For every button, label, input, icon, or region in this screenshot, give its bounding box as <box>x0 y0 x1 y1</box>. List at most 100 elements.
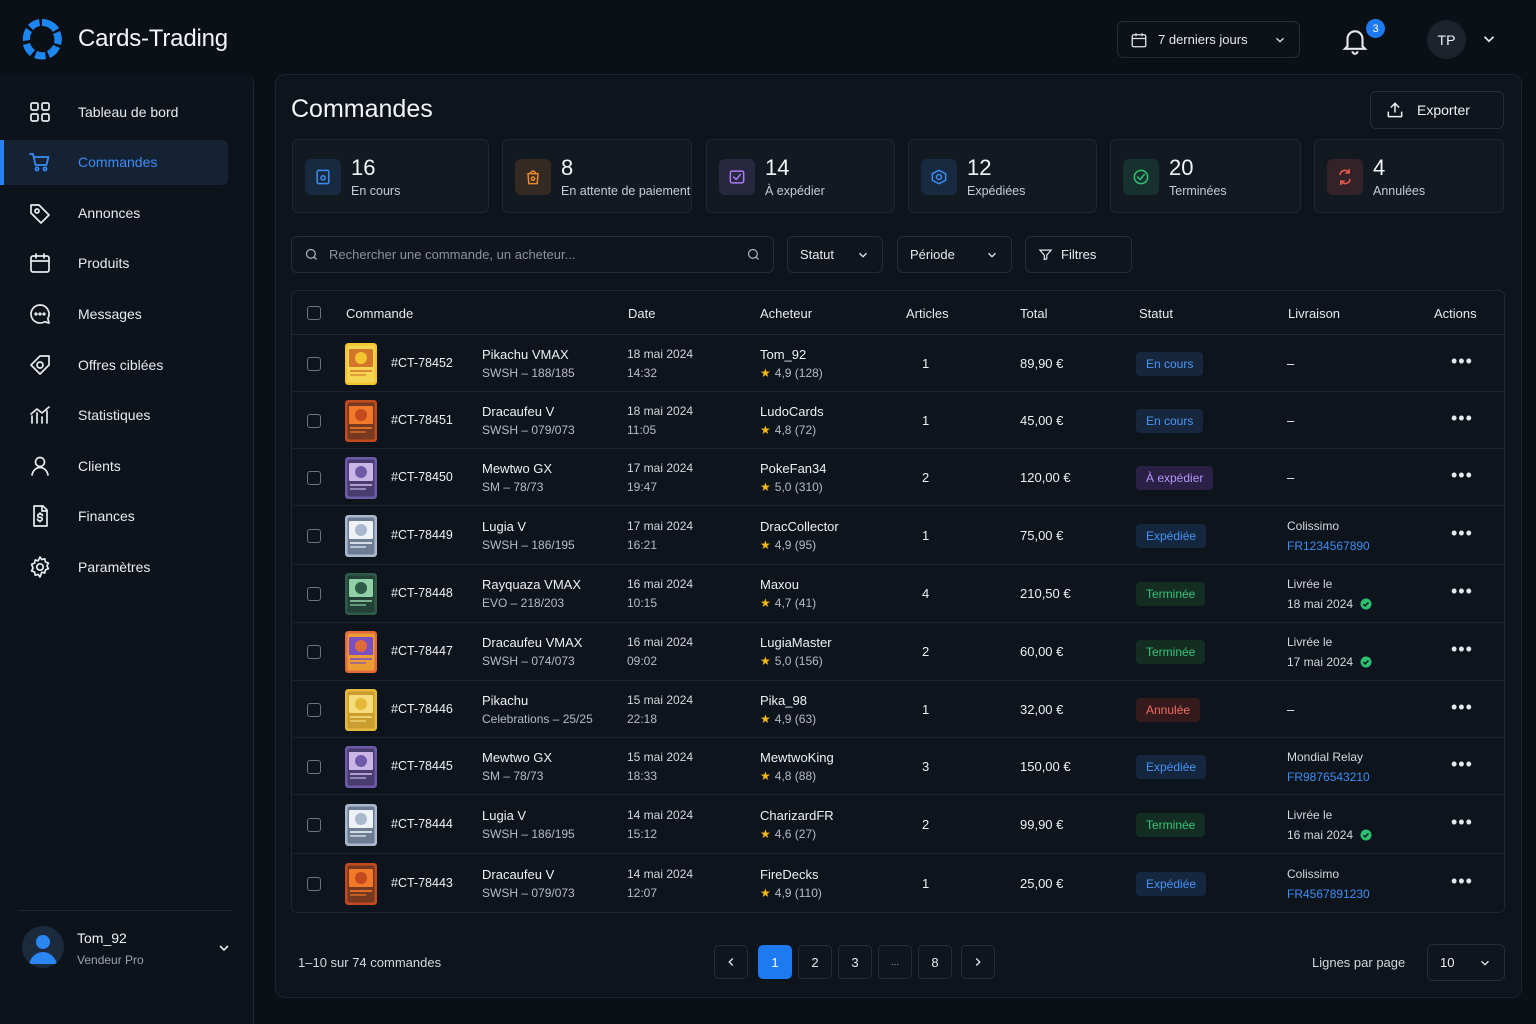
table-row[interactable]: #CT-78448 Rayquaza VMAX EVO – 218/203 16 ma… <box>292 565 1504 623</box>
order-id[interactable]: #CT-78451 <box>391 413 453 427</box>
sidebar-item-finances[interactable]: Finances <box>0 494 228 539</box>
row-checkbox[interactable] <box>307 528 321 543</box>
stat-card-expediees[interactable]: 12 Expédiées <box>908 139 1097 213</box>
sidebar-item-paramètres[interactable]: Paramètres <box>0 544 228 589</box>
page-button[interactable]: 2 <box>798 945 832 979</box>
row-actions-menu-icon[interactable]: ••• <box>1451 812 1473 833</box>
order-id[interactable]: #CT-78445 <box>391 759 453 773</box>
order-id[interactable]: #CT-78448 <box>391 586 453 600</box>
status-filter-select[interactable]: Statut <box>787 236 883 273</box>
period-select[interactable]: 7 derniers jours <box>1117 21 1300 58</box>
user-role: Vendeur Pro <box>77 953 144 967</box>
column-header-date[interactable]: Date <box>628 306 655 321</box>
avatar[interactable] <box>22 926 64 968</box>
row-actions-menu-icon[interactable]: ••• <box>1451 523 1473 544</box>
row-checkbox[interactable] <box>307 413 321 428</box>
table-row[interactable]: #CT-78447 Dracaufeu VMAX SWSH – 074/073 16 … <box>292 623 1504 681</box>
sidebar-item-annonces[interactable]: Annonces <box>0 190 228 235</box>
sidebar-item-commandes[interactable]: Commandes <box>0 139 228 185</box>
sidebar-item-statistiques[interactable]: Statistiques <box>0 393 228 438</box>
row-actions-menu-icon[interactable]: ••• <box>1451 639 1473 660</box>
search-box[interactable] <box>291 236 774 273</box>
tracking-link[interactable]: FR9876543210 <box>1287 770 1370 784</box>
row-actions-menu-icon[interactable]: ••• <box>1451 351 1473 372</box>
search-submit-icon[interactable] <box>746 247 761 262</box>
filters-button[interactable]: Filtres <box>1025 236 1132 273</box>
order-id[interactable]: #CT-78452 <box>391 356 453 370</box>
table-row[interactable]: #CT-78451 Dracaufeu V SWSH – 079/073 18 mai… <box>292 392 1504 449</box>
row-checkbox[interactable] <box>307 645 321 659</box>
table-row[interactable]: #CT-78449 Lugia V SWSH – 186/195 17 mai 202… <box>292 506 1504 565</box>
app-logo[interactable]: Cards-Trading <box>22 17 228 61</box>
stat-card-annulees[interactable]: 4 Annulées <box>1314 139 1504 213</box>
stat-card-terminees[interactable]: 20 Terminées <box>1110 139 1301 213</box>
row-checkbox[interactable] <box>307 356 321 371</box>
sidebar-item-clients[interactable]: Clients <box>0 443 228 488</box>
table-row[interactable]: #CT-78452 Pikachu VMAX SWSH – 188/185 18 ma… <box>292 335 1504 392</box>
article-count: 4 <box>922 586 930 601</box>
account-chevron-down-icon[interactable] <box>1480 30 1498 48</box>
column-header-total[interactable]: Total <box>1020 306 1047 321</box>
user-avatar-button[interactable]: TP <box>1427 20 1466 59</box>
row-actions-menu-icon[interactable]: ••• <box>1451 697 1473 718</box>
buyer-name[interactable]: FireDecks <box>760 867 819 882</box>
row-checkbox[interactable] <box>307 759 321 774</box>
rows-per-page-select[interactable]: 10 <box>1427 944 1505 981</box>
buyer-name[interactable]: DracCollector <box>760 519 839 534</box>
buyer-name[interactable]: Tom_92 <box>760 347 806 362</box>
row-checkbox[interactable] <box>307 817 321 832</box>
prev-page-button[interactable] <box>714 945 748 979</box>
table-row[interactable]: #CT-78445 Mewtwo GX SM – 78/73 15 mai 2024 1… <box>292 738 1504 795</box>
period-filter-select[interactable]: Période <box>897 236 1012 273</box>
sidebar-item-messages[interactable]: Messages <box>0 291 228 336</box>
row-checkbox[interactable] <box>307 470 321 485</box>
row-actions-menu-icon[interactable]: ••• <box>1451 871 1473 892</box>
column-header-articles[interactable]: Articles <box>906 306 949 321</box>
order-id[interactable]: #CT-78450 <box>391 470 453 484</box>
stat-card-a-expedier[interactable]: 14 À expédier <box>706 139 895 213</box>
select-all-checkbox[interactable] <box>307 306 321 320</box>
table-row[interactable]: #CT-78446 Pikachu Celebrations – 25/25 15 m… <box>292 681 1504 738</box>
column-header-statut[interactable]: Statut <box>1139 306 1173 321</box>
order-date: 16 mai 2024 <box>627 635 694 649</box>
row-actions-menu-icon[interactable]: ••• <box>1451 465 1473 486</box>
page-button[interactable]: 1 <box>758 945 792 979</box>
row-checkbox[interactable] <box>307 587 321 601</box>
buyer-name[interactable]: LugiaMaster <box>760 635 832 650</box>
table-row[interactable]: #CT-78444 Lugia V SWSH – 186/195 14 mai 202… <box>292 795 1504 854</box>
buyer-name[interactable]: LudoCards <box>760 404 824 419</box>
table-row[interactable]: #CT-78443 Dracaufeu V SWSH – 079/073 14 mai… <box>292 854 1504 912</box>
row-actions-menu-icon[interactable]: ••• <box>1451 408 1473 429</box>
page-button[interactable]: 3 <box>838 945 872 979</box>
order-id[interactable]: #CT-78443 <box>391 876 453 890</box>
export-button[interactable]: Exporter <box>1370 91 1504 129</box>
buyer-name[interactable]: PokeFan34 <box>760 461 827 476</box>
page-button[interactable]: 8 <box>918 945 952 979</box>
sidebar-item-tableau-de-bord[interactable]: Tableau de bord <box>0 89 228 134</box>
column-header-acheteur[interactable]: Acheteur <box>760 306 812 321</box>
row-checkbox[interactable] <box>307 877 321 891</box>
row-checkbox[interactable] <box>307 702 321 717</box>
column-header-livraison[interactable]: Livraison <box>1288 306 1340 321</box>
buyer-name[interactable]: MewtwoKing <box>760 750 834 765</box>
buyer-name[interactable]: CharizardFR <box>760 808 834 823</box>
sidebar-item-produits[interactable]: Produits <box>0 241 228 286</box>
sidebar-item-offres-ciblées[interactable]: Offres ciblées <box>0 342 228 387</box>
order-id[interactable]: #CT-78444 <box>391 817 453 831</box>
buyer-name[interactable]: Pika_98 <box>760 693 807 708</box>
order-id[interactable]: #CT-78449 <box>391 528 453 542</box>
search-input[interactable] <box>329 247 736 262</box>
tracking-link[interactable]: FR1234567890 <box>1287 539 1370 553</box>
stat-card-en-cours[interactable]: 16 En cours <box>292 139 489 213</box>
table-row[interactable]: #CT-78450 Mewtwo GX SM – 78/73 17 mai 2024 1… <box>292 449 1504 506</box>
tracking-link[interactable]: FR4567891230 <box>1287 887 1370 901</box>
row-actions-menu-icon[interactable]: ••• <box>1451 754 1473 775</box>
stat-card-en-attente[interactable]: 8 En attente de paiement <box>502 139 692 213</box>
row-actions-menu-icon[interactable]: ••• <box>1451 581 1473 602</box>
next-page-button[interactable] <box>961 945 995 979</box>
buyer-name[interactable]: Maxou <box>760 577 799 592</box>
order-id[interactable]: #CT-78447 <box>391 644 453 658</box>
order-id[interactable]: #CT-78446 <box>391 702 453 716</box>
user-menu-chevron-icon[interactable] <box>216 940 232 956</box>
column-header-commande[interactable]: Commande <box>346 306 413 321</box>
